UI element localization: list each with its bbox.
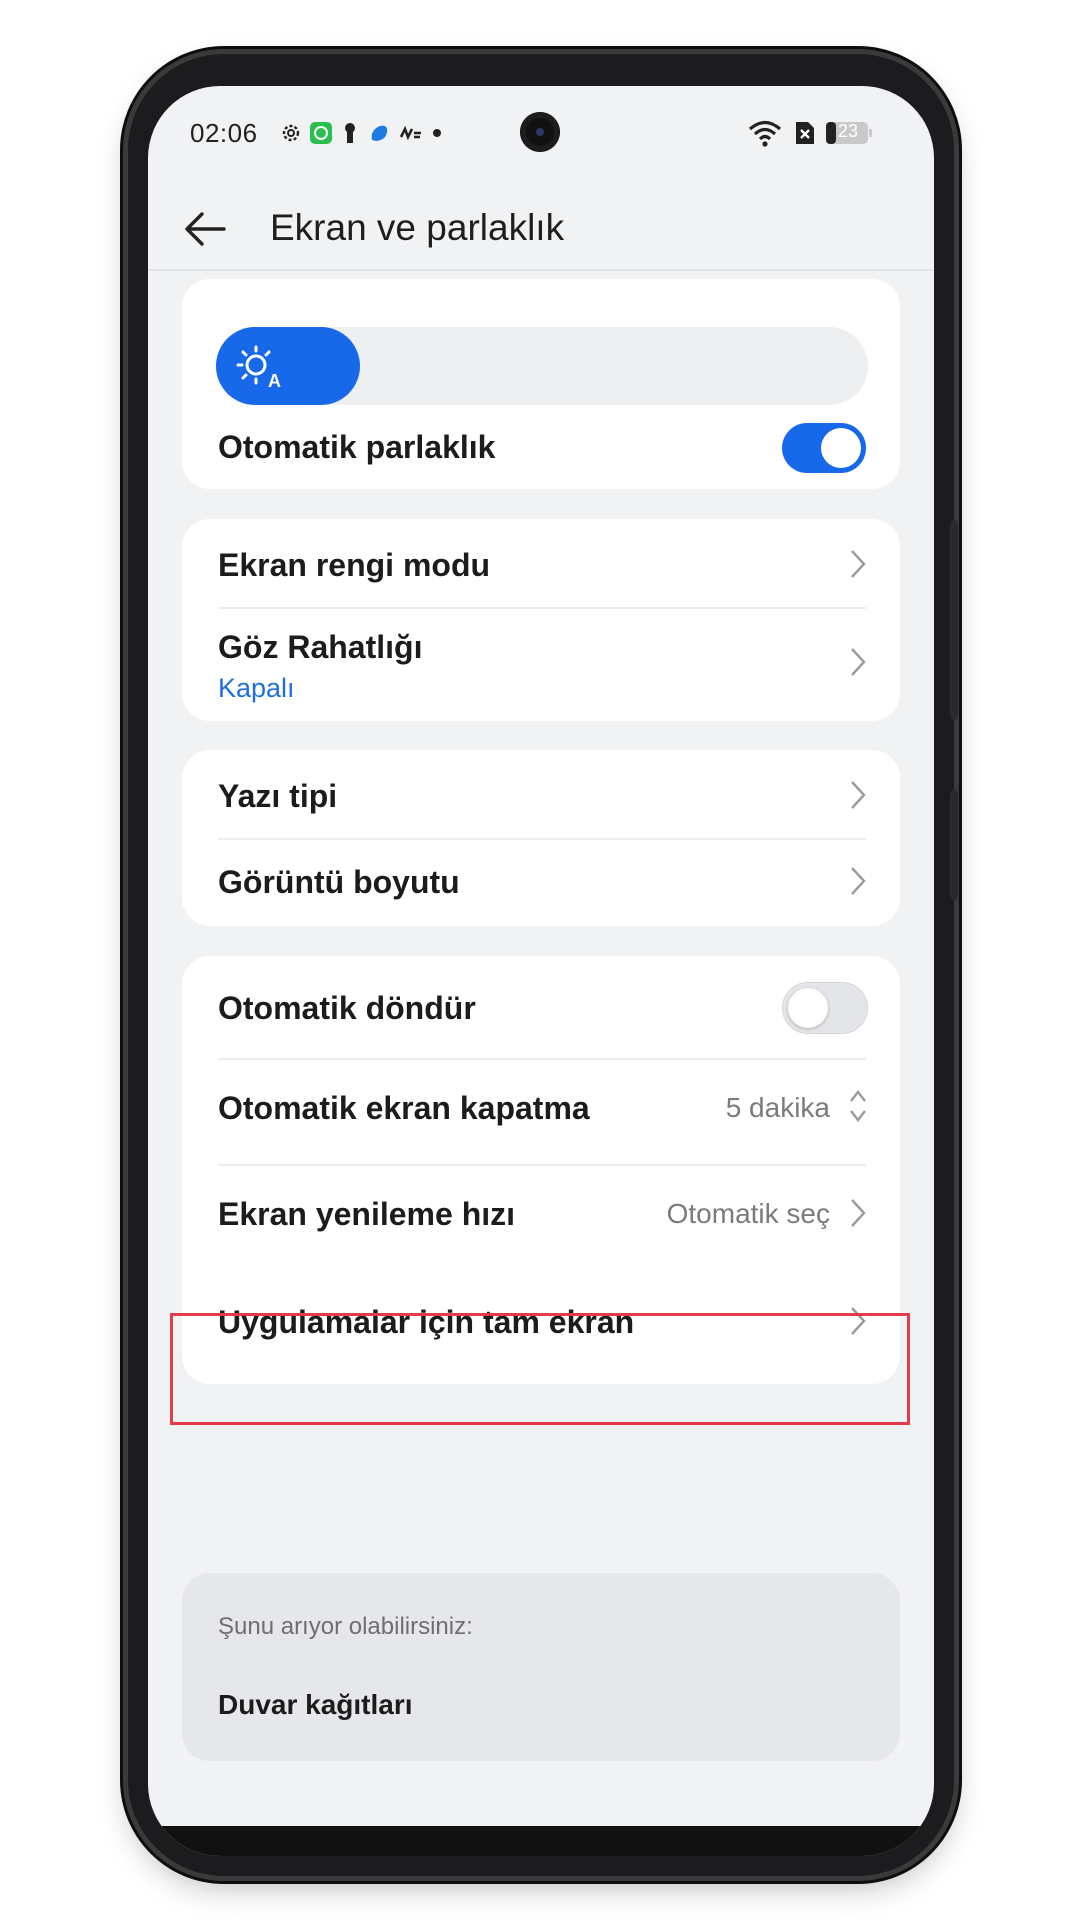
status-time: 02:06 <box>190 118 258 148</box>
eye-comfort-label: Göz Rahatlığı <box>218 629 423 665</box>
text-card: Yazı tipi Görüntü boyutu <box>182 750 900 926</box>
eye-comfort-status: Kapalı <box>218 673 295 703</box>
cloud-app-icon <box>366 120 392 146</box>
suggestion-wallpapers[interactable]: Duvar kağıtları <box>218 1689 413 1721</box>
app-header: Ekran ve parlaklık <box>148 181 934 281</box>
notification-icon <box>398 120 424 146</box>
chevron-right-icon <box>851 1199 866 1227</box>
auto-rotate-label: Otomatik döndür <box>218 990 476 1026</box>
status-bar: 02:06 23 <box>148 86 934 176</box>
screen-color-mode-item[interactable]: Ekran rengi modu <box>182 519 900 607</box>
refresh-rate-highlight-box <box>170 1313 910 1425</box>
suggestions-heading: Şunu arıyor olabilirsiniz: <box>218 1613 473 1640</box>
refresh-rate-item[interactable]: Ekran yenileme hızı Otomatik seç <box>182 1166 900 1270</box>
phone-screen: 02:06 23 Ekran ve parlaklık A Otomatik p… <box>148 86 934 1856</box>
eye-comfort-item[interactable]: Göz Rahatlığı Kapalı <box>182 609 900 721</box>
display-size-label: Görüntü boyutu <box>218 864 460 900</box>
battery-level: 23 <box>838 121 859 141</box>
keyhole-icon <box>340 120 360 146</box>
svg-text:A: A <box>268 371 281 391</box>
page-title: Ekran ve parlaklık <box>270 207 565 248</box>
auto-brightness-toggle[interactable] <box>782 423 866 473</box>
front-camera <box>520 112 560 152</box>
chevron-right-icon <box>851 781 866 809</box>
toggle-knob <box>788 988 828 1028</box>
wifi-icon <box>746 120 784 147</box>
back-button[interactable] <box>178 201 238 257</box>
back-arrow-icon <box>185 212 226 246</box>
chevron-right-icon <box>851 550 866 578</box>
app-badge-icon <box>308 120 334 146</box>
brightness-slider[interactable]: A <box>216 327 868 405</box>
brightness-slider-fill: A <box>216 327 360 405</box>
font-item[interactable]: Yazı tipi <box>182 750 900 838</box>
auto-rotate-toggle[interactable] <box>782 982 868 1034</box>
up-down-chevron-icon <box>850 1090 866 1122</box>
font-label: Yazı tipi <box>218 778 338 814</box>
auto-brightness-label: Otomatik parlaklık <box>218 429 496 465</box>
screen-timeout-value: 5 dakika <box>725 1092 830 1123</box>
refresh-rate-value: Otomatik seç <box>666 1198 830 1229</box>
screen-timeout-item[interactable]: Otomatik ekran kapatma 5 dakika <box>182 1060 900 1164</box>
settings-icon <box>278 120 304 146</box>
chevron-right-icon <box>851 867 866 895</box>
power-button <box>950 790 958 900</box>
auto-rotate-row[interactable]: Otomatik döndür <box>182 956 900 1058</box>
volume-button <box>950 520 958 720</box>
auto-brightness-sun-icon: A <box>236 345 281 391</box>
screen-bottom-bezel <box>148 1826 934 1856</box>
screen-timeout-label: Otomatik ekran kapatma <box>218 1090 590 1126</box>
color-card: Ekran rengi modu Göz Rahatlığı Kapalı <box>182 519 900 721</box>
refresh-rate-label: Ekran yenileme hızı <box>218 1196 516 1232</box>
brightness-card: A Otomatik parlaklık <box>182 279 900 489</box>
dot-icon <box>430 120 444 146</box>
auto-brightness-row[interactable]: Otomatik parlaklık <box>182 419 900 479</box>
sim-off-icon <box>792 120 818 146</box>
suggestions-card: Şunu arıyor olabilirsiniz: Duvar kağıtla… <box>182 1573 900 1761</box>
toggle-knob <box>821 428 861 468</box>
battery-icon: 23 <box>824 120 874 146</box>
header-divider <box>148 269 934 271</box>
display-size-item[interactable]: Görüntü boyutu <box>182 840 900 926</box>
screen-color-mode-label: Ekran rengi modu <box>218 547 491 583</box>
chevron-right-icon <box>851 648 866 676</box>
